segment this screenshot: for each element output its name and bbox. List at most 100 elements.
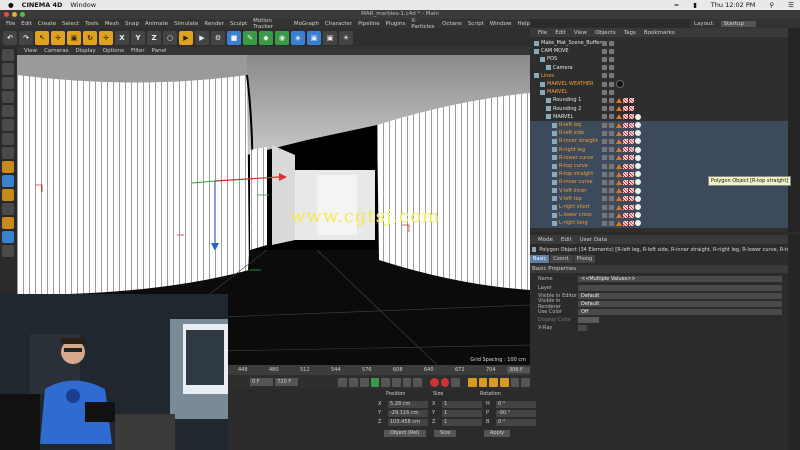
layer-icon[interactable]	[602, 48, 607, 54]
phong-tag-icon[interactable]	[616, 130, 622, 136]
visibility-dots-icon[interactable]	[609, 40, 614, 46]
end-frame-field[interactable]: 720 F	[275, 378, 299, 386]
layer-icon[interactable]	[602, 171, 607, 177]
tweak-mode-icon[interactable]	[2, 189, 14, 201]
material-tag-icon[interactable]	[635, 113, 641, 120]
visibility-dots-icon[interactable]	[609, 130, 614, 136]
phong-tag-icon[interactable]	[616, 97, 622, 103]
viewport-menu-view[interactable]: View	[24, 48, 37, 54]
material-tag-icon[interactable]	[635, 163, 641, 170]
menu-sculpt[interactable]: Sculpt	[230, 21, 247, 27]
mac-clock[interactable]: Thu 12:02 PM	[711, 1, 756, 9]
use-color-dropdown[interactable]: Off	[578, 309, 782, 315]
menu-pipeline[interactable]: Pipeline	[358, 21, 380, 27]
material-tag-icon[interactable]	[635, 220, 641, 227]
material-tag-icon[interactable]	[635, 179, 641, 186]
visibility-dots-icon[interactable]	[609, 171, 614, 177]
phong-tag-icon[interactable]	[616, 114, 622, 120]
size-z-field[interactable]: 1	[442, 419, 482, 426]
uvw-tag-icon[interactable]	[623, 155, 628, 161]
object-name[interactable]: V-left inner	[559, 188, 586, 194]
object-name[interactable]: POS	[547, 56, 557, 62]
layer-icon[interactable]	[602, 65, 607, 71]
environment-icon[interactable]: ▣	[307, 30, 321, 45]
object-row[interactable]: MARVEL	[530, 113, 788, 121]
zoom-window-button[interactable]	[20, 12, 25, 17]
material-tag-icon[interactable]	[635, 204, 641, 211]
layer-icon[interactable]	[602, 212, 607, 218]
menu-create[interactable]: Create	[38, 21, 56, 27]
layer-icon[interactable]	[602, 130, 607, 136]
y-axis-button[interactable]: Y	[131, 30, 145, 45]
visibility-dots-icon[interactable]	[609, 65, 614, 71]
phong-tag-icon[interactable]	[616, 122, 622, 128]
attribute-manager-scrollbar[interactable]	[788, 235, 800, 450]
scale-tool-icon[interactable]: ▣	[67, 30, 81, 45]
phong-tag-icon[interactable]	[616, 171, 622, 177]
menu-snap[interactable]: Snap	[125, 21, 139, 27]
texture-tag-icon[interactable]	[629, 97, 634, 103]
menu-animate[interactable]: Animate	[145, 21, 168, 27]
visibility-dots-icon[interactable]	[609, 204, 614, 210]
position-z-field[interactable]: 103.458 cm	[388, 419, 428, 426]
object-name[interactable]: MARVEL	[547, 89, 567, 95]
menu-edit[interactable]: Edit	[21, 21, 32, 27]
viewport-menu-display[interactable]: Display	[76, 48, 96, 54]
x-axis-button[interactable]: X	[115, 30, 129, 45]
visibility-dots-icon[interactable]	[609, 56, 614, 62]
light-icon[interactable]: ☀	[339, 30, 353, 45]
texture-tag-icon[interactable]	[629, 130, 634, 136]
rotation-key-icon[interactable]	[489, 377, 499, 387]
object-name[interactable]: Lines	[541, 73, 554, 79]
object-name[interactable]: Rounding 2	[553, 106, 581, 112]
uvw-tag-icon[interactable]	[623, 147, 628, 153]
object-name[interactable]: Camera	[553, 65, 573, 71]
phong-tag-icon[interactable]	[616, 155, 622, 161]
uvw-tag-icon[interactable]	[623, 179, 628, 185]
solo-icon[interactable]	[2, 203, 14, 215]
redo-icon[interactable]: ↷	[19, 30, 33, 45]
attr-menu-user-data[interactable]: User Data	[580, 237, 607, 243]
next-frame-icon[interactable]	[381, 377, 390, 387]
material-tag-icon[interactable]	[635, 138, 641, 145]
object-row[interactable]: R-lower curve	[530, 153, 788, 162]
texture-tag-icon[interactable]	[629, 220, 634, 226]
object-row[interactable]: Camera	[530, 64, 788, 72]
visibility-dots-icon[interactable]	[609, 179, 614, 185]
object-name[interactable]: R-top curve	[559, 163, 588, 169]
attr-menu-mode[interactable]: Mode	[538, 237, 553, 243]
tab-phong[interactable]: Phong	[573, 255, 596, 263]
record-icon[interactable]	[429, 377, 439, 387]
visibility-dots-icon[interactable]	[609, 220, 614, 226]
name-field[interactable]: <<Multiple Values>>	[578, 276, 782, 282]
texture-tag-icon[interactable]	[629, 163, 634, 169]
undo-icon[interactable]: ↶	[3, 30, 17, 45]
autokey-icon[interactable]	[440, 377, 450, 387]
material-tag-icon[interactable]	[635, 130, 641, 137]
uvw-tag-icon[interactable]	[623, 212, 628, 218]
menu-help[interactable]: Help	[517, 21, 530, 27]
object-name[interactable]: Rounding 1	[553, 97, 581, 103]
make-editable-icon[interactable]	[2, 49, 14, 61]
go-to-end-icon[interactable]	[402, 377, 412, 387]
uvw-tag-icon[interactable]	[623, 204, 628, 210]
object-name[interactable]: CAM MOVE	[541, 48, 569, 54]
phong-tag-icon[interactable]	[616, 204, 622, 210]
viewport-menu-options[interactable]: Options	[103, 48, 124, 54]
visibility-dots-icon[interactable]	[609, 89, 614, 95]
object-name[interactable]: V-left top	[559, 196, 582, 202]
layer-field[interactable]	[578, 285, 782, 291]
minimize-window-button[interactable]	[12, 12, 17, 17]
uvw-tag-icon[interactable]	[623, 220, 628, 226]
tab-basic[interactable]: Basic	[530, 255, 550, 263]
deformer-icon[interactable]: ◈	[291, 30, 305, 45]
xray-checkbox[interactable]	[578, 325, 587, 331]
menu-character[interactable]: Character	[325, 21, 352, 27]
om-menu-objects[interactable]: Objects	[595, 30, 616, 36]
object-name[interactable]: R-right leg	[559, 147, 585, 153]
pen-icon[interactable]: ✎	[243, 30, 257, 45]
object-name[interactable]: R-left leg	[559, 122, 581, 128]
om-menu-file[interactable]: File	[538, 30, 547, 36]
layer-icon[interactable]	[602, 138, 607, 144]
menu-mesh[interactable]: Mesh	[105, 21, 119, 27]
